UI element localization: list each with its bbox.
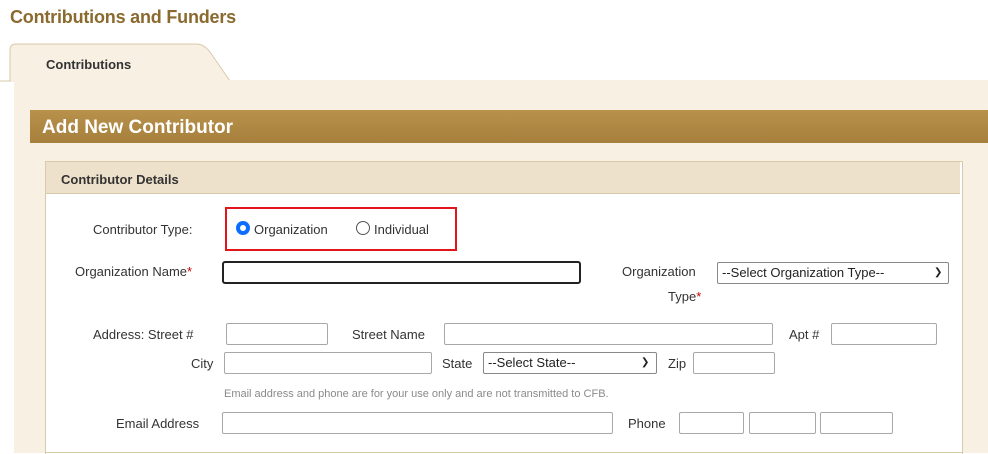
contributor-type-highlight	[225, 207, 457, 251]
organization-type-label-line1: Organization	[622, 264, 696, 279]
apt-label: Apt #	[789, 327, 820, 342]
state-select[interactable]: --Select State--	[483, 352, 657, 374]
organization-type-label-text: Type	[668, 289, 697, 304]
organization-type-select[interactable]: --Select Organization Type--	[717, 262, 949, 284]
panel-title: Add New Contributor	[42, 117, 234, 138]
organization-name-label-text: Organization Name	[75, 264, 187, 279]
city-label: City	[191, 356, 214, 371]
state-label: State	[442, 356, 473, 371]
chevron-down-icon: ❯	[934, 267, 943, 278]
section-title: Contributor Details	[61, 172, 179, 187]
phone-prefix-input[interactable]	[749, 412, 816, 434]
contributor-details-section	[45, 161, 963, 454]
phone-line-input[interactable]	[820, 412, 893, 434]
state-selected: --Select State--	[488, 355, 576, 370]
street-number-input[interactable]	[226, 323, 328, 345]
zip-label: Zip	[668, 356, 687, 371]
chevron-down-icon: ❯	[641, 357, 650, 368]
privacy-note: Email address and phone are for your use…	[224, 388, 609, 400]
required-mark: *	[696, 289, 702, 304]
email-input[interactable]	[222, 412, 613, 434]
email-label: Email Address	[116, 416, 200, 431]
contributor-type-label: Contributor Type:	[93, 222, 193, 237]
organization-type-label-line2: Type*	[668, 289, 701, 304]
page-title: Contributions and Funders	[10, 7, 236, 27]
street-name-label: Street Name	[352, 327, 425, 342]
phone-label: Phone	[628, 416, 666, 431]
tab-contributions[interactable]: Contributions	[46, 57, 131, 72]
tab-bar	[0, 43, 988, 82]
required-mark: *	[187, 264, 193, 279]
city-input[interactable]	[224, 352, 432, 374]
section-header	[46, 162, 960, 194]
organization-name-label: Organization Name*	[75, 264, 192, 279]
street-number-label: Address: Street #	[93, 327, 194, 342]
street-name-input[interactable]	[444, 323, 773, 345]
zip-input[interactable]	[693, 352, 775, 374]
organization-type-selected: --Select Organization Type--	[722, 265, 885, 280]
organization-name-input[interactable]	[222, 261, 581, 284]
apt-input[interactable]	[831, 323, 937, 345]
phone-area-input[interactable]	[679, 412, 744, 434]
